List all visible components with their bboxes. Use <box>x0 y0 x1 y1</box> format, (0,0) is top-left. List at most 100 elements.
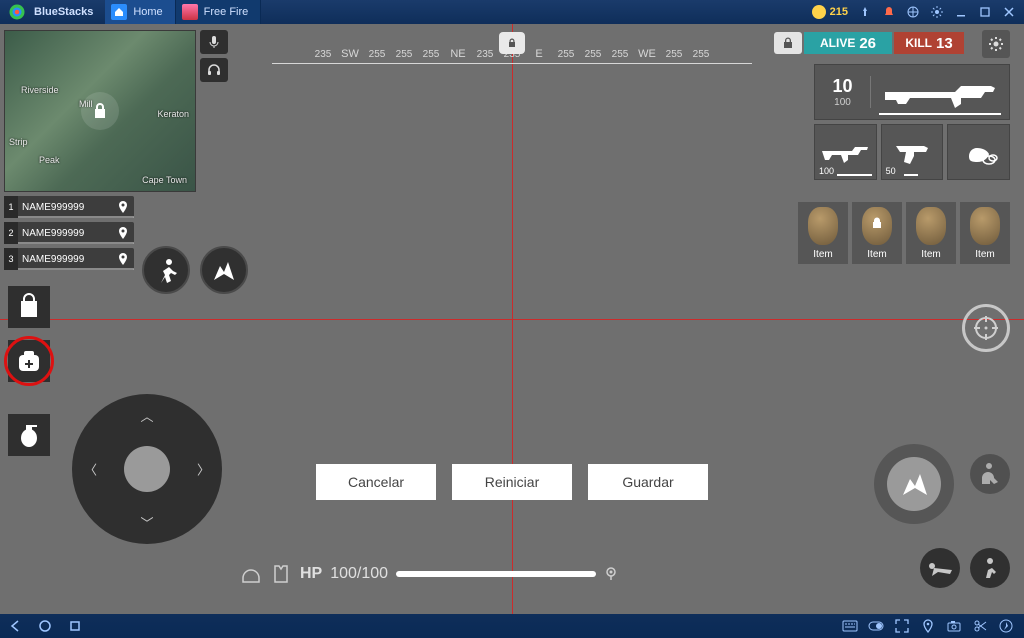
compass-tick: 235 <box>310 49 336 60</box>
bag-icon <box>808 207 838 245</box>
hud-lock-button[interactable] <box>774 32 802 54</box>
cancel-button[interactable]: Cancelar <box>316 464 436 500</box>
settings-icon[interactable] <box>930 5 944 19</box>
chevron-up-icon: ︿ <box>140 406 153 425</box>
alive-counter: ALIVE 26 <box>804 32 892 54</box>
close-icon[interactable] <box>1002 5 1016 19</box>
rifle-icon <box>820 137 870 167</box>
bluestacks-top-bar: BlueStacks Home Free Fire 215 <box>0 0 1024 24</box>
minimap-lock-icon <box>81 92 119 130</box>
hp-value: 100/100 <box>330 565 388 583</box>
alive-label: ALIVE <box>820 36 855 50</box>
location-icon[interactable] <box>920 618 936 634</box>
vest-icon <box>270 564 292 584</box>
secondary-weapon-slot[interactable]: 100 <box>814 124 877 180</box>
pin-icon[interactable] <box>858 5 872 19</box>
hp-label: HP <box>300 565 322 583</box>
map-label: Riverside <box>21 85 59 95</box>
globe-icon[interactable] <box>906 5 920 19</box>
bag-icon <box>970 207 1000 245</box>
inventory-slot[interactable]: Item <box>798 202 848 264</box>
map-label: Keraton <box>157 109 189 119</box>
coin-balance[interactable]: 215 <box>812 5 848 19</box>
map-label: Cape Town <box>142 175 187 185</box>
inventory-row: Item Item Item Item <box>798 202 1010 264</box>
inventory-slot[interactable]: Item <box>960 202 1010 264</box>
teammate-name: NAME999999 <box>18 202 116 213</box>
teammate-row[interactable]: 3 NAME999999 <box>4 248 134 270</box>
minimize-icon[interactable] <box>954 5 968 19</box>
compass-tick: 255 <box>661 49 687 60</box>
sprint-button[interactable] <box>142 246 190 294</box>
notification-icon[interactable] <box>882 5 896 19</box>
compass-tick: 255 <box>688 49 714 60</box>
location-pin-icon <box>604 567 618 581</box>
current-ammo: 10 <box>815 76 870 97</box>
pistol-icon <box>892 138 932 166</box>
teammate-row[interactable]: 1 NAME999999 <box>4 196 134 218</box>
helmet-icon <box>240 564 262 584</box>
teammate-index: 1 <box>4 196 18 218</box>
crouch-button[interactable] <box>970 548 1010 588</box>
alive-value: 26 <box>859 35 876 52</box>
game-viewport[interactable]: Riverside Mill Strip Peak Keraton Cape T… <box>0 24 1024 614</box>
primary-weapon-slot[interactable]: 10 100 <box>814 64 1010 120</box>
compass-tick: SW <box>337 48 363 60</box>
item-label: Item <box>813 249 832 264</box>
melee-slot[interactable] <box>947 124 1010 180</box>
tab-label: Free Fire <box>204 6 249 18</box>
joystick-thumb[interactable] <box>124 446 170 492</box>
grenade-button[interactable] <box>8 414 50 456</box>
chevron-down-icon: ﹀ <box>140 513 153 532</box>
inventory-slot[interactable]: Item <box>852 202 902 264</box>
prone-button[interactable] <box>920 548 960 588</box>
fire-icon <box>887 457 941 511</box>
bluestacks-title: BlueStacks <box>34 6 93 18</box>
keyboard-icon[interactable] <box>842 618 858 634</box>
reset-button[interactable]: Reiniciar <box>452 464 572 500</box>
peek-button[interactable] <box>970 454 1010 494</box>
android-nav-bar <box>0 614 1024 638</box>
chevron-left-icon: 〈 <box>84 460 97 479</box>
compass-tick: NE <box>445 48 471 60</box>
backpack-button[interactable] <box>8 286 50 328</box>
tab-home[interactable]: Home <box>105 0 175 24</box>
headset-button[interactable] <box>200 58 228 82</box>
aim-button[interactable] <box>962 304 1010 352</box>
crosshair-horizontal <box>0 319 1024 320</box>
fullscreen-icon[interactable] <box>894 618 910 634</box>
pistol-slot[interactable]: 50 <box>881 124 944 180</box>
save-button[interactable]: Guardar <box>588 464 708 500</box>
compass-icon[interactable] <box>998 618 1014 634</box>
lock-icon <box>870 216 884 230</box>
inventory-slot[interactable]: Item <box>906 202 956 264</box>
free-fire-icon <box>182 4 198 20</box>
tab-free-fire[interactable]: Free Fire <box>176 0 262 24</box>
map-label: Peak <box>39 155 60 165</box>
item-label: Item <box>921 249 940 264</box>
compass-tick: 255 <box>553 49 579 60</box>
teammate-list: 1 NAME999999 2 NAME999999 3 NAME999999 <box>4 196 134 274</box>
pin-icon <box>116 226 130 240</box>
compass-bar: 235 SW 255 255 255 NE 235 235 E 255 255 … <box>272 34 752 60</box>
teammate-row[interactable]: 2 NAME999999 <box>4 222 134 244</box>
home-button[interactable] <box>30 614 60 638</box>
item-label: Item <box>975 249 994 264</box>
maximize-icon[interactable] <box>978 5 992 19</box>
mic-button[interactable] <box>200 30 228 54</box>
fist-icon <box>959 138 999 166</box>
ammo-value: 50 <box>886 166 896 176</box>
compass-tick: 255 <box>418 49 444 60</box>
camera-icon[interactable] <box>946 618 962 634</box>
settings-button[interactable] <box>982 30 1010 58</box>
medkit-button[interactable] <box>8 340 50 382</box>
movement-joystick[interactable]: ︿ ﹀ 〈 〉 <box>72 394 222 544</box>
recents-button[interactable] <box>60 614 90 638</box>
scissors-icon[interactable] <box>972 618 988 634</box>
back-button[interactable] <box>0 614 30 638</box>
secondary-attack-button[interactable] <box>200 246 248 294</box>
minimap[interactable]: Riverside Mill Strip Peak Keraton Cape T… <box>4 30 196 192</box>
fire-button[interactable] <box>874 444 954 524</box>
toggle-icon[interactable] <box>868 618 884 634</box>
teammate-index: 2 <box>4 222 18 244</box>
